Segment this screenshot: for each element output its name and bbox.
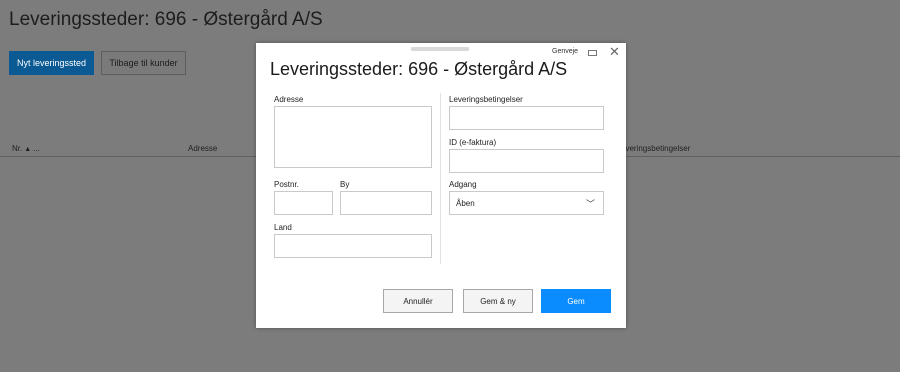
access-select-value: Åben: [456, 198, 475, 208]
back-to-customers-button[interactable]: Tilbage til kunder: [101, 51, 186, 75]
column-delivery-terms[interactable]: everingsbetingelser: [621, 144, 690, 153]
save-button[interactable]: Gem: [541, 289, 611, 313]
new-delivery-location-button[interactable]: Nyt leveringssted: [9, 51, 94, 75]
keyboard-icon[interactable]: [588, 50, 597, 56]
delivery-terms-label: Leveringsbetingelser: [449, 95, 523, 104]
einvoice-id-field[interactable]: [449, 149, 604, 173]
cancel-button[interactable]: Annullér: [383, 289, 453, 313]
zip-label: Postnr.: [274, 180, 299, 189]
country-label: Land: [274, 223, 292, 232]
save-and-new-button[interactable]: Gem & ny: [463, 289, 533, 313]
column-address[interactable]: Adresse: [188, 144, 217, 153]
page-title: Leveringssteder: 696 - Østergård A/S: [9, 9, 323, 30]
sort-asc-icon: ▲: [24, 146, 32, 153]
column-divider: [440, 93, 441, 264]
column-nr-sort-suffix: ...: [33, 144, 40, 153]
einvoice-id-label: ID (e-faktura): [449, 138, 497, 147]
column-nr-label: Nr.: [12, 144, 23, 153]
delivery-location-dialog: Genveje ✕ Leveringssteder: 696 - Østergå…: [256, 43, 626, 328]
city-field[interactable]: [340, 191, 432, 215]
city-label: By: [340, 180, 350, 189]
country-field[interactable]: [274, 234, 432, 258]
shortcuts-link[interactable]: Genveje: [552, 48, 578, 55]
column-nr[interactable]: Nr. ▲...: [12, 144, 40, 153]
delivery-terms-field[interactable]: [449, 106, 604, 130]
access-label: Adgang: [449, 180, 477, 189]
address-field[interactable]: [274, 106, 432, 168]
access-select[interactable]: Åben ﹀: [449, 191, 604, 215]
address-label: Adresse: [274, 95, 304, 104]
close-icon[interactable]: ✕: [609, 45, 620, 58]
dialog-title: Leveringssteder: 696 - Østergård A/S: [270, 59, 568, 79]
dialog-drag-handle[interactable]: [411, 47, 469, 51]
zip-field[interactable]: [274, 191, 333, 215]
chevron-down-icon: ﹀: [585, 198, 595, 209]
